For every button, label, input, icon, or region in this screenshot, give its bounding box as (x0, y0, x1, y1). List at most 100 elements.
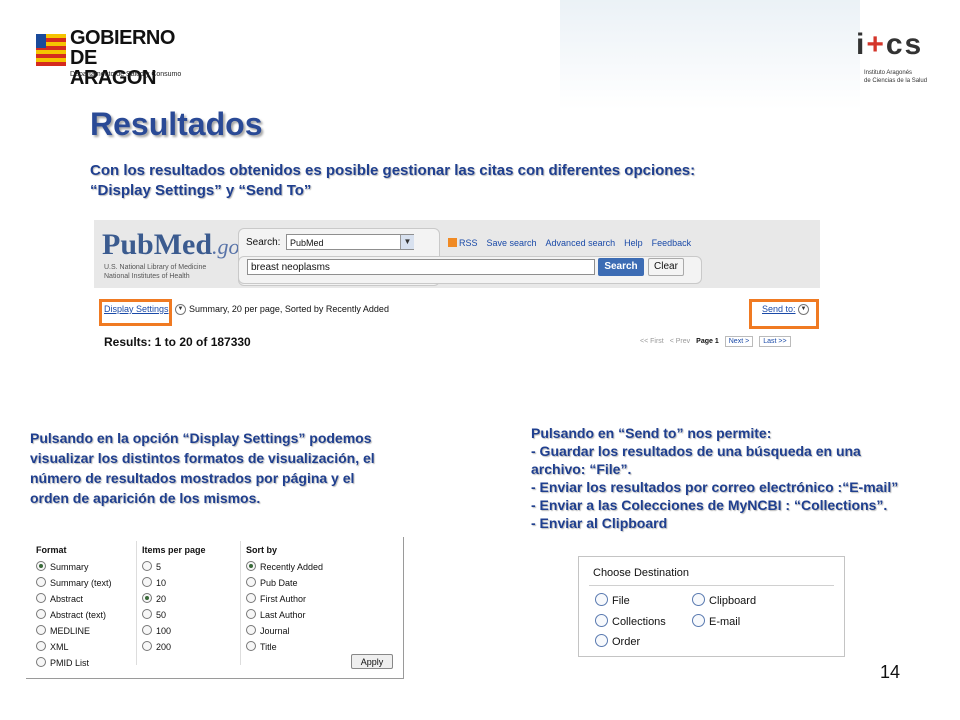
radio[interactable] (595, 634, 608, 647)
option-label: Collections (612, 616, 666, 628)
send-to-description: Pulsando en “Send to” nos permite: - Gua… (531, 424, 898, 532)
option-label: First Author (260, 594, 307, 604)
radio[interactable] (142, 625, 152, 635)
items-option[interactable]: 10 (142, 577, 206, 593)
sort-option[interactable]: Journal (246, 625, 323, 641)
link-feedback[interactable]: Feedback (652, 238, 692, 248)
radio[interactable] (692, 593, 705, 606)
format-option[interactable]: MEDLINE (36, 625, 112, 641)
text-line: número de resultados mostrados por págin… (30, 470, 355, 486)
destination-option-order[interactable]: Order (595, 634, 640, 648)
nlm-line-2: National Institutes of Health (104, 273, 190, 280)
items-column: Items per page 5 10 20 50 100 200 (142, 545, 206, 657)
option-label: Journal (260, 626, 290, 636)
ics-mark-plus: + (866, 28, 886, 61)
rss-icon[interactable] (448, 238, 457, 247)
radio[interactable] (246, 593, 256, 603)
pubmed-logo[interactable]: PubMed.gov (102, 228, 249, 262)
option-label: Title (260, 642, 277, 652)
radio[interactable] (142, 641, 152, 651)
pager: << First < Prev Page 1 Next > Last >> (640, 336, 797, 347)
column-divider (136, 541, 137, 665)
radio[interactable] (36, 625, 46, 635)
clear-button[interactable]: Clear (648, 258, 684, 276)
radio[interactable] (246, 609, 256, 619)
text-line: Pulsando en la opción “Display Settings”… (30, 430, 372, 446)
sort-column: Sort by Recently Added Pub Date First Au… (246, 545, 323, 657)
destination-option-file[interactable]: File (595, 593, 630, 607)
chevron-down-icon[interactable]: ▼ (400, 235, 414, 249)
sort-option[interactable]: Recently Added (246, 561, 323, 577)
sort-option[interactable]: Pub Date (246, 577, 323, 593)
text-line: - Guardar los resultados de una búsqueda… (531, 443, 861, 459)
intro-line-2: “Display Settings” y “Send To” (90, 182, 312, 199)
radio[interactable] (142, 609, 152, 619)
ics-subtitle-1: Instituto Aragonés (864, 70, 913, 76)
option-label: XML (50, 642, 69, 652)
text-line: - Enviar los resultados por correo elect… (531, 479, 899, 495)
radio[interactable] (692, 614, 705, 627)
radio-selected[interactable] (246, 561, 256, 571)
option-label: Clipboard (709, 595, 757, 607)
apply-button[interactable]: Apply (351, 654, 393, 669)
format-option[interactable]: PMID List (36, 657, 112, 673)
choose-destination-title: Choose Destination (593, 567, 690, 579)
text-line: - Enviar al Clipboard (531, 515, 668, 531)
pager-last[interactable]: Last >> (759, 336, 791, 347)
search-input[interactable]: breast neoplasms (247, 259, 595, 275)
pager-next[interactable]: Next > (724, 336, 754, 347)
link-rss[interactable]: RSS (459, 238, 478, 248)
format-option[interactable]: Summary (text) (36, 577, 112, 593)
divider (589, 585, 834, 586)
items-option[interactable]: 20 (142, 593, 206, 609)
display-summary: Summary, 20 per page, Sorted by Recently… (189, 304, 389, 314)
format-option[interactable]: Abstract (36, 593, 112, 609)
radio[interactable] (36, 609, 46, 619)
ics-mark-i: i (856, 28, 867, 61)
sort-option[interactable]: First Author (246, 593, 323, 609)
items-option[interactable]: 50 (142, 609, 206, 625)
items-option[interactable]: 200 (142, 641, 206, 657)
display-settings-highlight (99, 299, 172, 326)
radio[interactable] (246, 641, 256, 651)
format-option[interactable]: XML (36, 641, 112, 657)
sort-option[interactable]: Last Author (246, 609, 323, 625)
items-option[interactable]: 5 (142, 561, 206, 577)
radio[interactable] (595, 614, 608, 627)
radio[interactable] (246, 577, 256, 587)
radio[interactable] (36, 657, 46, 667)
radio-selected[interactable] (142, 593, 152, 603)
items-option[interactable]: 100 (142, 625, 206, 641)
format-option[interactable]: Summary (36, 561, 112, 577)
option-label: File (612, 595, 630, 607)
format-option[interactable]: Abstract (text) (36, 609, 112, 625)
ics-mark: i+cs (856, 28, 923, 62)
radio[interactable] (246, 625, 256, 635)
link-help[interactable]: Help (624, 238, 643, 248)
gobierno-aragon-logo: GOBIERNO DE ARAGON Departamento de Salud… (36, 27, 186, 88)
radio[interactable] (36, 593, 46, 603)
text-line: visualizar los distintos formatos de vis… (30, 450, 375, 466)
radio[interactable] (142, 577, 152, 587)
link-save-search[interactable]: Save search (487, 238, 537, 248)
radio[interactable] (595, 593, 608, 606)
page-number: 14 (880, 662, 901, 682)
destination-option-email[interactable]: E-mail (692, 614, 740, 628)
database-select[interactable]: PubMed (286, 234, 414, 250)
radio-selected[interactable] (36, 561, 46, 571)
destination-option-collections[interactable]: Collections (595, 614, 666, 628)
pubmed-screenshot: PubMed.gov U.S. National Library of Medi… (94, 220, 820, 354)
link-advanced-search[interactable]: Advanced search (546, 238, 616, 248)
radio[interactable] (36, 577, 46, 587)
search-button[interactable]: Search (598, 258, 644, 276)
items-header: Items per page (142, 545, 206, 555)
sort-option[interactable]: Title (246, 641, 323, 657)
radio[interactable] (36, 641, 46, 651)
gobierno-line1: GOBIERNO (70, 27, 175, 49)
text-line: orden de aparición de los mismos. (30, 490, 261, 506)
sort-header: Sort by (246, 545, 278, 555)
destination-option-clipboard[interactable]: Clipboard (692, 593, 756, 607)
radio[interactable] (142, 561, 152, 571)
option-label: Abstract (50, 594, 84, 604)
chevron-down-icon[interactable]: ▼ (175, 304, 186, 315)
